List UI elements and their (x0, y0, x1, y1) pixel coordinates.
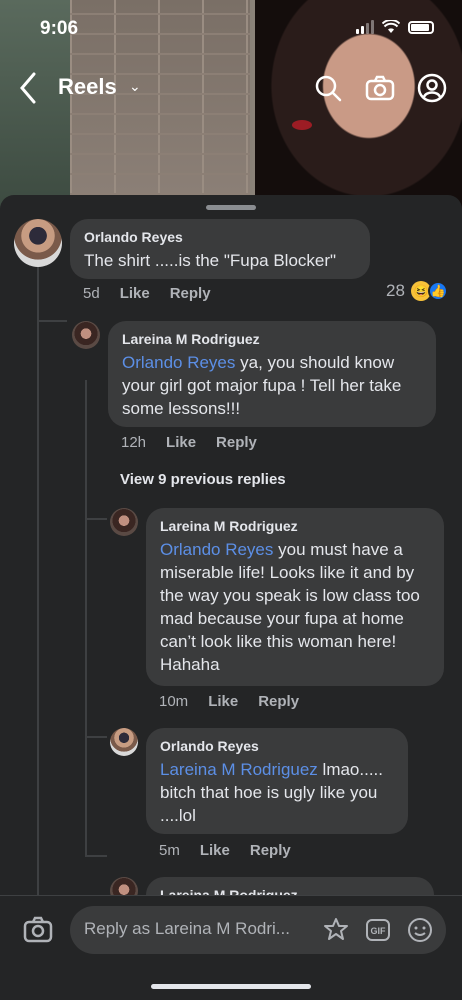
comment-author[interactable]: Orlando Reyes (84, 229, 356, 245)
like-button[interactable]: Like (166, 434, 196, 451)
svg-text:GIF: GIF (371, 926, 387, 936)
reels-header: Reels ⌄ (0, 64, 462, 112)
mention-link[interactable]: Orlando Reyes (160, 540, 273, 559)
video-detail (292, 120, 312, 130)
comment-text: Lareina M Rodriguez lmao..... bitch that… (160, 758, 394, 827)
page-title[interactable]: Reels (58, 74, 117, 100)
comment-bubble: Lareina M Rodriguez Orlando Reyes you mu… (146, 508, 444, 686)
chevron-down-icon[interactable]: ⌄ (129, 78, 141, 95)
emoji-icon[interactable] (406, 916, 434, 944)
avatar[interactable] (110, 508, 138, 536)
reply-button[interactable]: Reply (216, 434, 257, 451)
like-button[interactable]: Like (208, 693, 238, 710)
comment-age: 5m (159, 842, 180, 859)
thread-line (85, 518, 107, 520)
mention-link[interactable]: Orlando Reyes (122, 353, 235, 372)
reply-button[interactable]: Reply (258, 693, 299, 710)
camera-icon[interactable] (362, 68, 398, 108)
comment-text: The shirt .....is the "Fupa Blocker" (84, 251, 337, 270)
reply-placeholder: Reply as Lareina M Rodri... (84, 919, 290, 938)
avatar[interactable] (14, 219, 62, 267)
reaction-count: 28 (386, 281, 405, 300)
comment-age: 5d (83, 285, 100, 302)
status-time: 9:06 (40, 18, 79, 39)
input-actions: GIF (322, 916, 434, 944)
thread-line (37, 320, 67, 322)
back-icon[interactable] (14, 68, 44, 108)
comment-bubble: Orlando Reyes Lareina M Rodriguez lmao..… (146, 728, 408, 834)
like-button[interactable]: Like (120, 285, 150, 302)
comment-author[interactable]: Orlando Reyes (160, 738, 394, 754)
avatar[interactable] (110, 728, 138, 756)
comment-age: 12h (121, 434, 147, 451)
thread-line (37, 265, 39, 895)
comment-actions: 5m Like Reply (159, 842, 291, 859)
gif-icon[interactable]: GIF (364, 916, 392, 944)
drag-handle[interactable] (206, 205, 256, 210)
profile-icon[interactable] (414, 68, 450, 108)
search-icon[interactable] (310, 68, 346, 108)
comment-bubble: Orlando Reyes The shirt .....is the "Fup… (70, 219, 370, 279)
camera-icon[interactable] (22, 914, 54, 946)
reply-input[interactable]: Reply as Lareina M Rodri... GIF (70, 906, 446, 954)
sticker-icon[interactable] (322, 916, 350, 944)
wifi-icon (382, 20, 400, 33)
comment-age: 10m (159, 693, 189, 710)
like-button[interactable]: Like (200, 842, 230, 859)
comment-actions: 12h Like Reply (121, 434, 257, 451)
comment-actions: 5d Like Reply (83, 285, 211, 302)
view-previous-replies[interactable]: View 9 previous replies (120, 471, 286, 488)
mention-link[interactable]: Lareina M Rodriguez (160, 760, 318, 779)
comment-author[interactable]: Lareina M Rodriguez (122, 331, 422, 347)
thread-line (85, 855, 107, 857)
comment-author[interactable]: Lareina M Rodriguez (160, 518, 430, 534)
home-indicator[interactable] (151, 984, 311, 989)
status-icons (356, 20, 434, 34)
signal-icon (356, 20, 374, 34)
avatar[interactable] (72, 321, 100, 349)
battery-icon (408, 20, 434, 34)
comment-actions: 10m Like Reply (159, 693, 299, 710)
comments-panel[interactable]: Orlando Reyes The shirt .....is the "Fup… (0, 195, 462, 1000)
reply-button[interactable]: Reply (170, 285, 211, 302)
comment-bubble: Lareina M Rodriguez Orlando Reyes ya, yo… (108, 321, 436, 427)
reply-button[interactable]: Reply (250, 842, 291, 859)
like-reaction-icon: 👍 (427, 281, 448, 301)
comment-text: Orlando Reyes you must have a miserable … (160, 538, 430, 676)
header-actions (310, 68, 450, 108)
comment-text: Orlando Reyes ya, you should know your g… (122, 351, 422, 420)
thread-line (85, 380, 87, 855)
reaction-summary[interactable]: 28 😆 👍 (386, 281, 448, 301)
status-bar: 9:06 (0, 0, 462, 56)
thread-line (85, 736, 107, 738)
comment-body: you must have a miserable life! Looks li… (160, 540, 420, 674)
